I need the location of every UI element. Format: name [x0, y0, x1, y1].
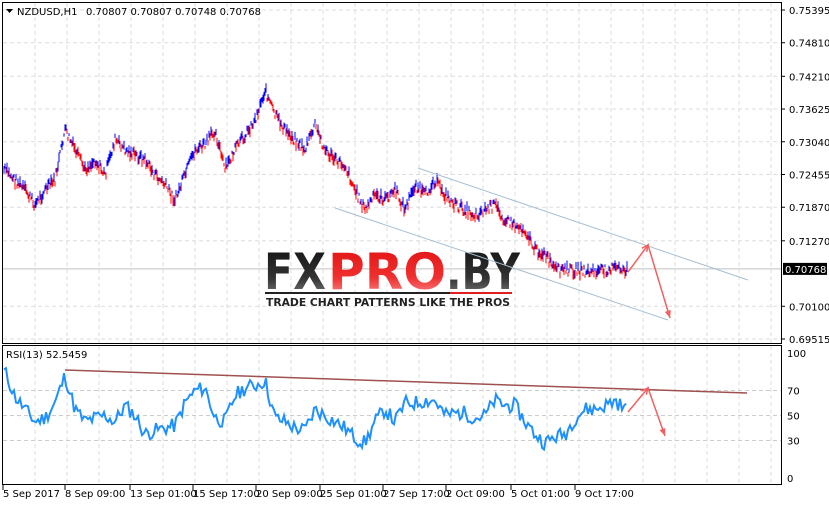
- current-price-label: 0.70768: [785, 265, 826, 276]
- x-tick-label: 2 Oct 09:00: [446, 489, 505, 500]
- rsi-tick-label: 100: [787, 349, 806, 360]
- y-tick-label: 0.69515: [789, 335, 829, 346]
- y-tick-label: 0.75395: [789, 6, 829, 17]
- y-tick-label: 0.74210: [789, 72, 829, 83]
- y-tick-label: 0.73040: [789, 138, 829, 149]
- rsi-tick-label: 50: [787, 412, 800, 423]
- rsi-series: [3, 366, 627, 452]
- x-tick-label: 8 Sep 09:00: [65, 489, 125, 500]
- y-tick-label: 0.71870: [789, 203, 829, 214]
- x-tick-label: 25 Sep 01:00: [320, 489, 387, 500]
- x-tick-label: 9 Oct 17:00: [575, 489, 634, 500]
- x-tick-label: 13 Sep 01:00: [130, 489, 197, 500]
- symbol-label: NZDUSD,H1: [17, 7, 77, 18]
- ohlc-values: 0.70807 0.70807 0.70748 0.70768: [86, 7, 261, 18]
- rsi-tick-label: 0: [787, 474, 793, 485]
- chart-window: FX PRO .BY TRADE CHART PATTERNS LIKE THE…: [0, 0, 829, 505]
- y-tick-label: 0.70100: [789, 302, 829, 313]
- x-tick-label: 20 Sep 09:00: [256, 489, 323, 500]
- y-tick-label: 0.72455: [789, 171, 829, 182]
- triangle-down-icon[interactable]: [6, 9, 13, 13]
- x-tick-label: 15 Sep 17:00: [193, 489, 260, 500]
- rsi-forecast-arrow: [627, 386, 666, 437]
- rsi-tick-label: 30: [787, 437, 800, 448]
- rsi-label: RSI(13) 52.5459: [6, 350, 87, 361]
- rsi-line: [3, 366, 627, 452]
- watermark-tagline: TRADE CHART PATTERNS LIKE THE PROS: [266, 296, 510, 309]
- y-tick-label: 0.74810: [789, 39, 829, 50]
- y-tick-label: 0.71270: [789, 237, 829, 248]
- price-forecast-arrow: [627, 243, 671, 319]
- x-tick-label: 27 Sep 17:00: [383, 489, 450, 500]
- watermark-logo: FX PRO .BY TRADE CHART PATTERNS LIKE THE…: [264, 243, 521, 309]
- chart-canvas[interactable]: FX PRO .BY TRADE CHART PATTERNS LIKE THE…: [0, 0, 829, 505]
- y-tick-label: 0.73625: [789, 105, 829, 116]
- arrow-head-icon: [664, 310, 671, 318]
- x-tick-label: 5 Sep 2017: [3, 489, 60, 500]
- arrow-head-icon: [659, 428, 666, 436]
- rsi-tick-label: 70: [787, 387, 800, 398]
- x-tick-label: 5 Oct 01:00: [511, 489, 570, 500]
